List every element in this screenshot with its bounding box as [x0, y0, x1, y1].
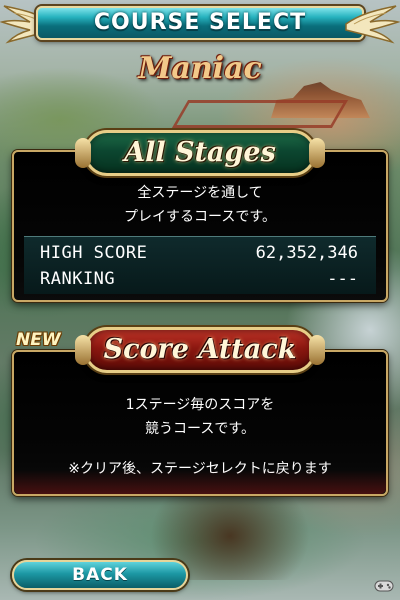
button-end-cap	[75, 138, 91, 168]
page-title: COURSE SELECT	[93, 10, 307, 35]
all-stages-description-line1: 全ステージを通して	[137, 185, 263, 201]
button-end-cap	[309, 138, 325, 168]
header: COURSE SELECT	[0, 0, 400, 46]
wing-ornament-icon	[345, 5, 400, 44]
all-stages-description-line2: プレイするコースです。	[124, 209, 276, 225]
score-attack-button[interactable]: Score Attack	[75, 327, 325, 373]
ranking-label: RANKING	[40, 269, 116, 289]
new-badge: NEW	[16, 330, 61, 350]
difficulty-label: Maniac	[138, 51, 262, 86]
all-stages-button-label: All Stages	[124, 137, 276, 168]
palace-wall-scenery	[171, 100, 349, 128]
score-attack-description-line2: 競うコースです。	[145, 421, 255, 437]
gamepad-logo-icon	[374, 580, 394, 592]
high-score-label: HIGH SCORE	[40, 243, 148, 263]
button-end-cap	[75, 335, 91, 365]
score-attack-note: ※クリア後、ステージセレクトに戻ります	[68, 461, 332, 477]
button-end-cap	[309, 335, 325, 365]
ranking-value: ---	[327, 269, 358, 289]
all-stages-button[interactable]: All Stages	[75, 130, 325, 176]
score-attack-button-label: Score Attack	[103, 334, 297, 365]
score-attack-description-line1: 1ステージ毎のスコアを	[125, 397, 275, 413]
high-score-value: 62,352,346	[255, 243, 358, 263]
all-stages-stats: HIGH SCORE 62,352,346 RANKING ---	[24, 236, 376, 294]
back-button[interactable]: BACK	[12, 560, 188, 590]
